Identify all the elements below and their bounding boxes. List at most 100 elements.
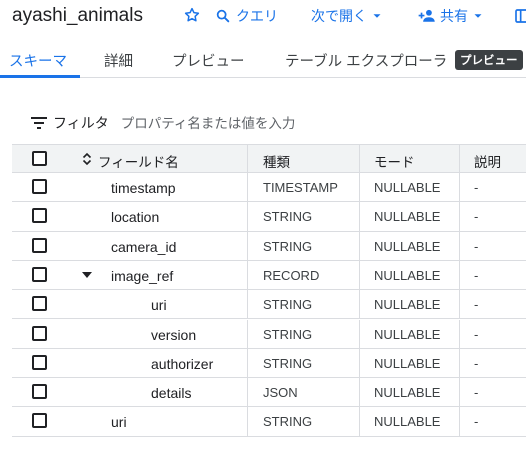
column-divider xyxy=(359,173,360,202)
field-type: STRING xyxy=(263,297,313,313)
row-checkbox[interactable] xyxy=(32,413,47,429)
column-divider xyxy=(247,202,248,232)
field-mode: NULLABLE xyxy=(374,385,441,401)
field-type: TIMESTAMP xyxy=(263,180,338,195)
active-tab-indicator xyxy=(0,75,80,78)
table-row[interactable]: image_ref RECORD NULLABLE - xyxy=(12,260,526,291)
column-divider xyxy=(459,407,460,437)
query-button[interactable]: クエリ xyxy=(215,6,278,26)
row-checkbox[interactable] xyxy=(32,237,47,253)
field-mode: NULLABLE xyxy=(374,297,441,313)
expand-arrow-icon[interactable] xyxy=(82,271,92,278)
field-type: STRING xyxy=(263,326,313,342)
column-divider xyxy=(247,407,248,437)
field-description: - xyxy=(474,355,479,371)
copy-button[interactable] xyxy=(514,6,526,26)
select-all-checkbox[interactable] xyxy=(32,151,47,166)
column-divider xyxy=(359,145,360,173)
column-divider xyxy=(359,290,360,320)
table-row[interactable]: version STRING NULLABLE - xyxy=(12,319,526,349)
field-type: RECORD xyxy=(263,267,320,283)
column-divider xyxy=(247,145,248,173)
column-divider xyxy=(247,348,248,378)
column-divider xyxy=(459,319,460,349)
row-checkbox[interactable] xyxy=(32,354,47,370)
field-name: location xyxy=(111,209,160,226)
copy-icon xyxy=(515,9,526,23)
table-title: ayashi_animals xyxy=(12,5,143,26)
column-divider xyxy=(459,348,460,378)
column-divider xyxy=(247,173,248,202)
field-description: - xyxy=(474,180,479,195)
column-header-mode[interactable]: モード xyxy=(374,151,415,171)
row-checkbox[interactable] xyxy=(32,179,47,194)
column-header-field-name[interactable]: フィールド名 xyxy=(98,151,179,171)
column-divider xyxy=(459,378,460,408)
column-divider xyxy=(459,173,460,202)
table-row[interactable]: uri STRING NULLABLE - xyxy=(12,290,526,320)
tab-bar: スキーマ 詳細 プレビュー テーブル エクスプローラ プレビュー xyxy=(0,40,526,78)
filter-input[interactable] xyxy=(120,115,361,131)
column-divider xyxy=(359,319,360,349)
column-header-type[interactable]: 種類 xyxy=(263,151,290,171)
filter-icon[interactable] xyxy=(31,116,47,130)
row-checkbox[interactable] xyxy=(32,384,47,400)
field-description: - xyxy=(474,267,479,283)
table-row[interactable]: details JSON NULLABLE - xyxy=(12,378,526,408)
star-icon[interactable] xyxy=(183,6,201,24)
row-checkbox[interactable] xyxy=(32,325,47,341)
field-mode: NULLABLE xyxy=(374,355,441,371)
field-mode: NULLABLE xyxy=(374,209,441,225)
field-name: details xyxy=(151,385,192,402)
preview-badge: プレビュー xyxy=(455,50,523,70)
field-type: STRING xyxy=(263,209,313,225)
search-icon xyxy=(216,9,230,23)
field-description: - xyxy=(474,414,479,430)
chevron-down-icon xyxy=(373,14,381,18)
field-description: - xyxy=(474,297,479,313)
field-name: authorizer xyxy=(151,355,214,372)
field-mode: NULLABLE xyxy=(374,267,441,283)
column-divider xyxy=(359,260,360,290)
column-divider xyxy=(459,260,460,290)
add-person-icon xyxy=(418,9,435,22)
tab-preview[interactable]: プレビュー xyxy=(172,50,245,71)
row-checkbox[interactable] xyxy=(32,266,47,282)
share-button[interactable]: 共有 xyxy=(418,6,485,26)
field-name: image_ref xyxy=(111,267,174,284)
field-type: JSON xyxy=(263,385,298,401)
column-header-description[interactable]: 説明 xyxy=(474,151,501,171)
column-divider xyxy=(459,202,460,232)
field-type: STRING xyxy=(263,238,313,254)
table-row[interactable]: timestamp TIMESTAMP NULLABLE - xyxy=(12,173,526,203)
top-bar: ayashi_animals クエリ 次で開く 共有 xyxy=(0,0,526,36)
sort-icon[interactable] xyxy=(82,152,92,166)
row-checkbox[interactable] xyxy=(32,296,47,312)
table-row[interactable]: authorizer STRING NULLABLE - xyxy=(12,348,526,379)
field-description: - xyxy=(474,238,479,254)
column-divider xyxy=(459,145,460,173)
share-button-label: 共有 xyxy=(440,8,468,24)
field-name: uri xyxy=(151,297,167,314)
field-name: version xyxy=(151,326,197,343)
field-mode: NULLABLE xyxy=(374,238,441,254)
field-mode: NULLABLE xyxy=(374,414,441,430)
open-in-button[interactable]: 次で開く xyxy=(311,6,384,26)
column-divider xyxy=(359,378,360,408)
field-name: camera_id xyxy=(111,238,177,255)
table-row[interactable]: location STRING NULLABLE - xyxy=(12,202,526,232)
row-checkbox[interactable] xyxy=(32,208,47,224)
chevron-down-icon xyxy=(474,14,482,18)
tab-schema[interactable]: スキーマ xyxy=(9,50,67,71)
filter-label: フィルタ xyxy=(53,115,109,131)
tab-table-explorer[interactable]: テーブル エクスプローラ xyxy=(285,50,447,71)
table-row[interactable]: uri STRING NULLABLE - xyxy=(12,407,526,437)
table-row[interactable]: camera_id STRING NULLABLE - xyxy=(12,231,526,261)
open-in-button-label: 次で開く xyxy=(311,8,367,24)
filter-bar: フィルタ xyxy=(31,113,361,133)
query-button-label: クエリ xyxy=(236,8,278,24)
column-divider xyxy=(247,260,248,290)
schema-table-header: フィールド名 種類 モード 説明 xyxy=(12,144,526,173)
column-divider xyxy=(359,348,360,378)
tab-details[interactable]: 詳細 xyxy=(104,50,133,71)
